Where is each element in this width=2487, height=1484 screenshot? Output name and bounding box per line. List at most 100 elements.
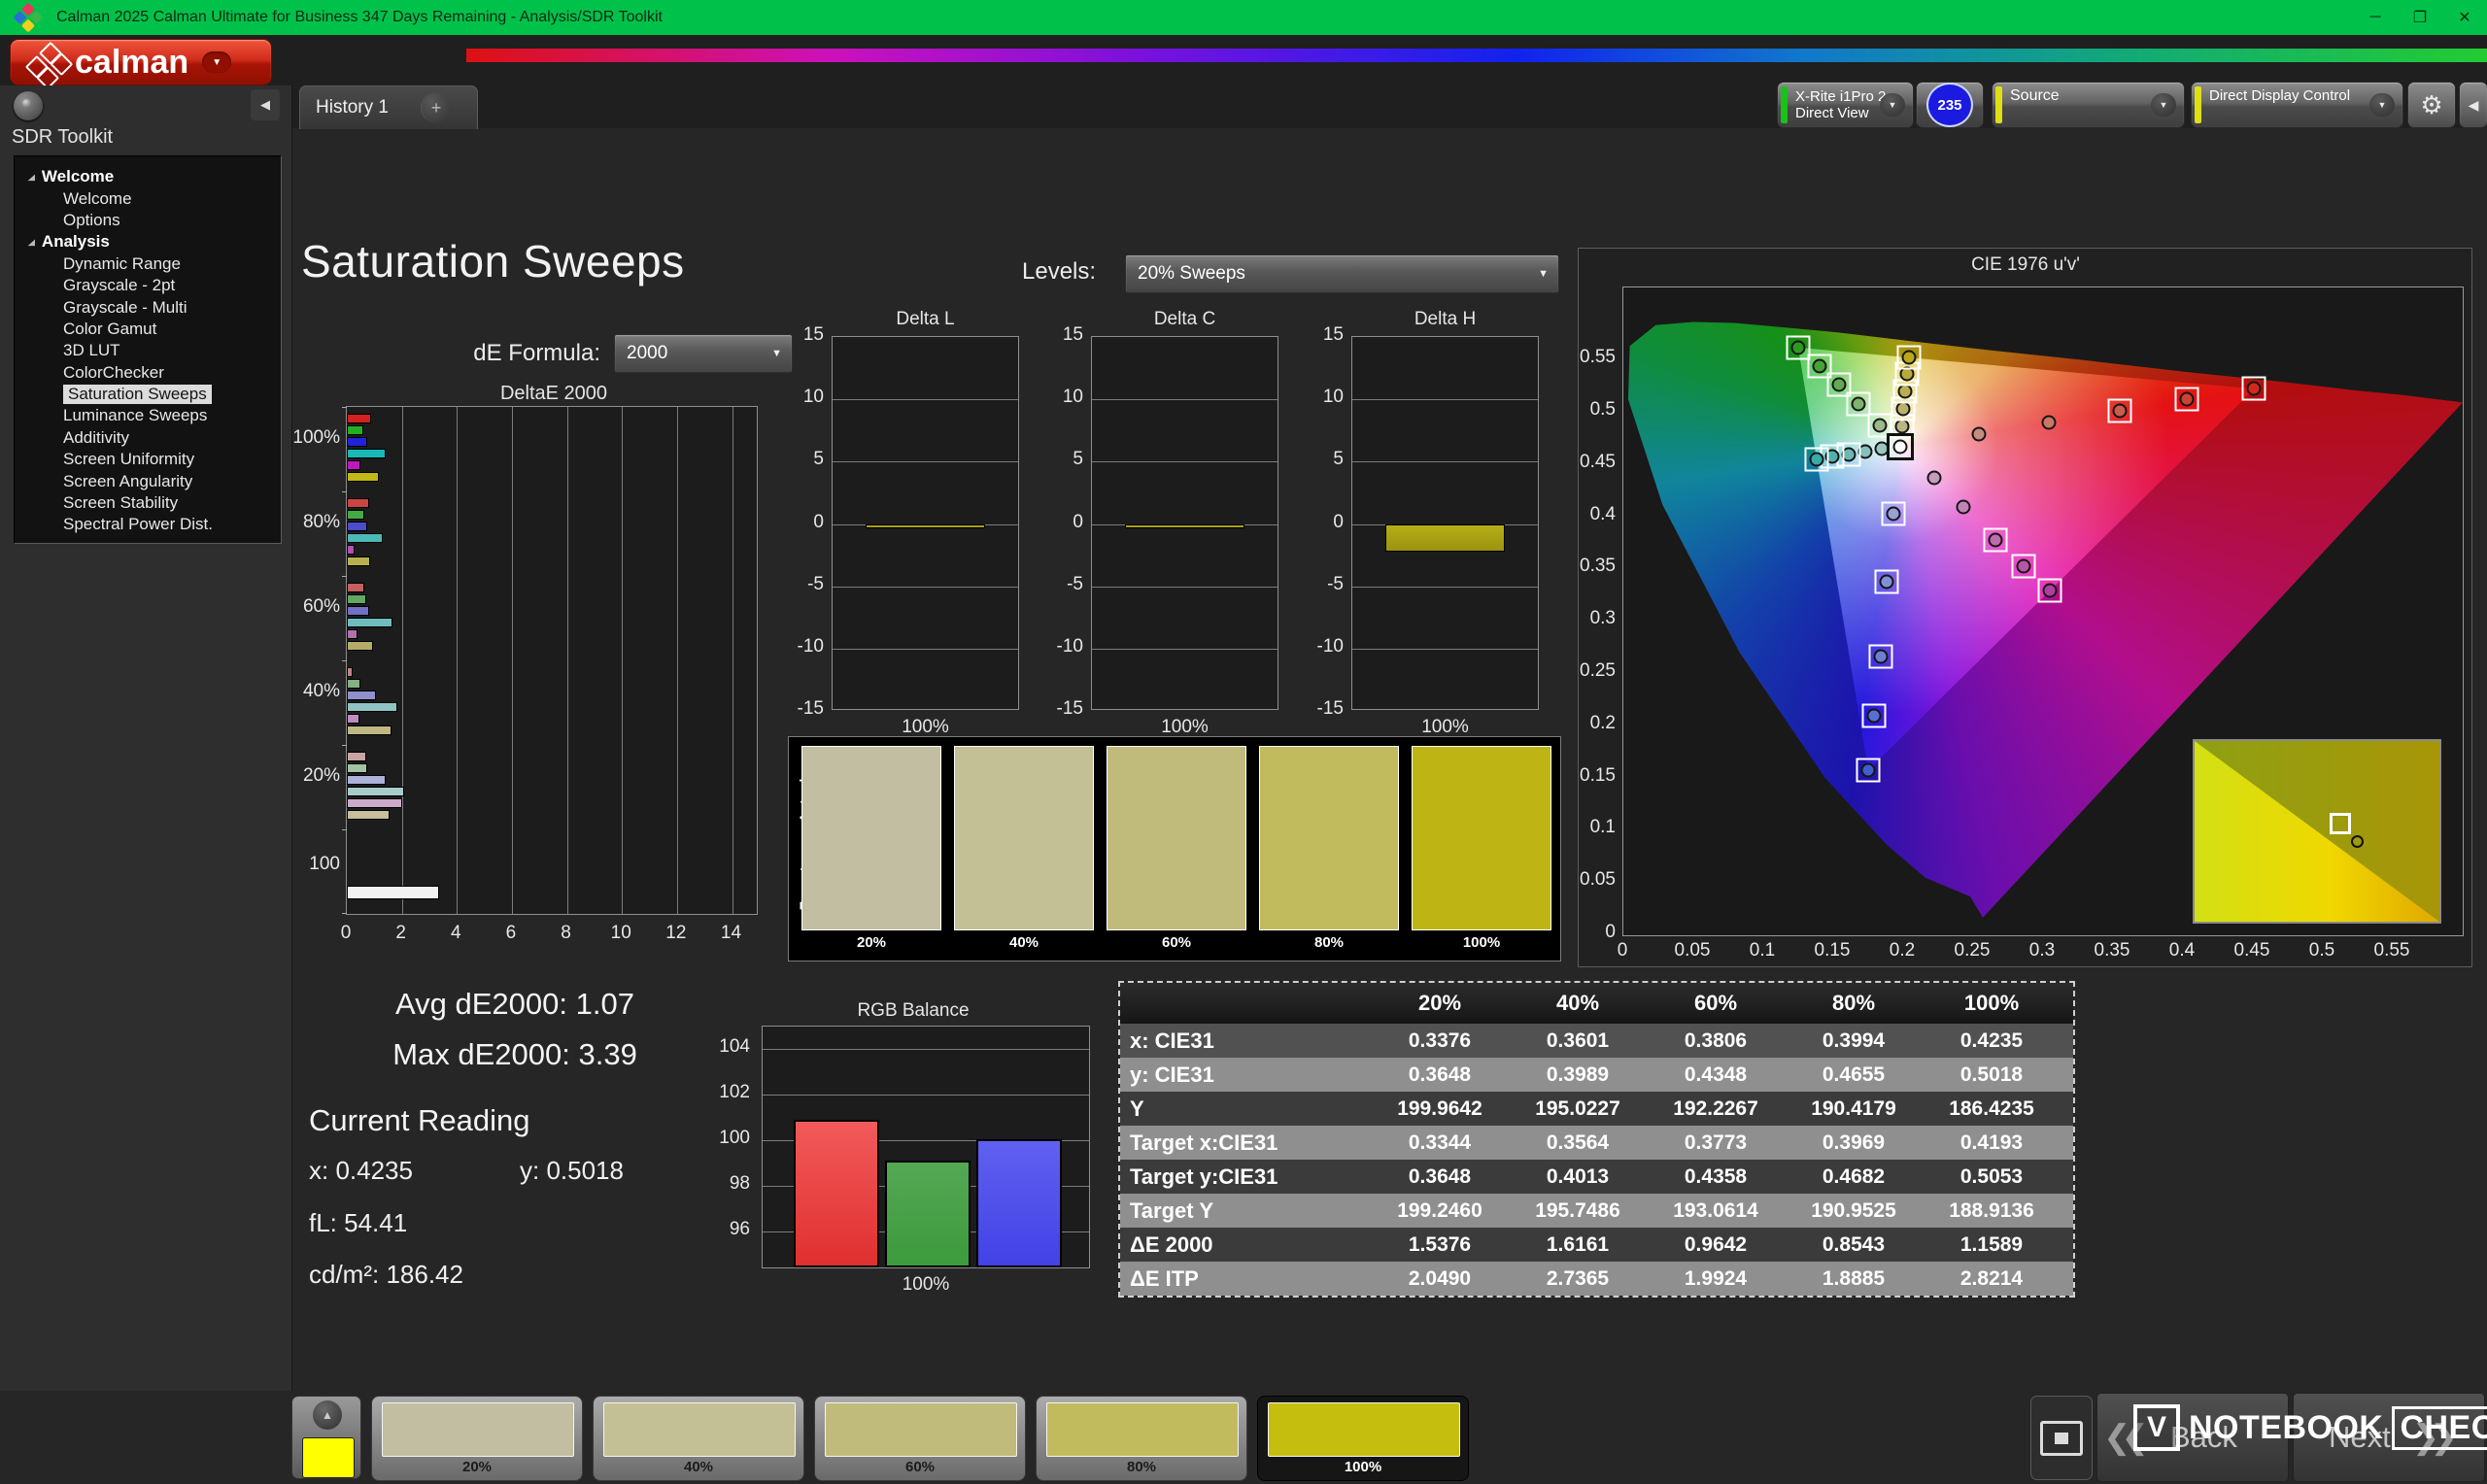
delta-bar xyxy=(1385,524,1504,552)
sidebar-item-analysis[interactable]: ◢Analysis xyxy=(15,231,281,253)
cie-y-axis: 00.050.10.150.20.250.30.350.40.450.50.55 xyxy=(1579,287,1619,936)
sidebar-item-label: Saturation Sweeps xyxy=(63,385,212,404)
sidebar-home-button[interactable] xyxy=(14,91,43,120)
gridline xyxy=(1352,649,1538,650)
table-row-e-2000[interactable]: ΔE 20001.53761.61610.96420.85431.1589 xyxy=(1120,1228,2073,1262)
levels-dropdown[interactable]: 20% Sweeps ▼ xyxy=(1125,254,1559,293)
measured-point-magenta xyxy=(1926,470,1941,485)
bar-yellow-20 xyxy=(347,810,390,820)
table-row-e-itp[interactable]: ΔE ITP2.04902.73651.99241.88852.8214 xyxy=(1120,1262,2073,1296)
gridline xyxy=(833,399,1018,400)
x-tick-label: 0.2 xyxy=(1873,940,1931,961)
y-tick-label: 5 xyxy=(777,449,824,470)
delta-h-title: Delta H xyxy=(1332,309,1558,330)
logo-menu-chevron-icon[interactable]: ▼ xyxy=(202,51,231,73)
current-reading-title: Current Reading xyxy=(309,1103,529,1138)
sidebar-item-dynamic-range[interactable]: Dynamic Range xyxy=(15,253,281,275)
gridline xyxy=(833,587,1018,588)
expander-icon[interactable]: ◢ xyxy=(28,237,35,247)
cell-value: 0.8543 xyxy=(1785,1233,1923,1257)
x-tick-label: 0.15 xyxy=(1803,940,1861,961)
y-tick-label: 0.35 xyxy=(1579,556,1616,577)
de-formula-dropdown[interactable]: 2000 ▼ xyxy=(614,334,793,373)
meter-dropdown-chevron-icon[interactable]: ▼ xyxy=(1880,93,1905,117)
add-tab-button[interactable]: + xyxy=(421,93,451,122)
sidebar-item-welcome[interactable]: ◢Welcome xyxy=(15,166,281,187)
measurement-table[interactable]: 20%40%60%80%100%x: CIE310.33760.36010.38… xyxy=(1120,983,2073,1296)
sidebar-item-screen-angularity[interactable]: Screen Angularity xyxy=(15,470,281,491)
close-icon[interactable]: ✕ xyxy=(2442,0,2487,35)
patch-card-40[interactable]: 40% xyxy=(593,1396,804,1481)
sidebar-item-luminance-sweeps[interactable]: Luminance Sweeps xyxy=(15,405,281,426)
cell-value: 0.3994 xyxy=(1785,1029,1923,1053)
x-tick-label: 2 xyxy=(372,923,430,944)
chevron-down-icon: ▼ xyxy=(1538,268,1549,280)
bar-green xyxy=(885,1161,971,1267)
patch-card-60[interactable]: 60% xyxy=(814,1396,1026,1481)
table-row-x-cie31[interactable]: x: CIE310.33760.36010.38060.39940.4235 xyxy=(1120,1024,2073,1058)
cell-value: 199.9642 xyxy=(1371,1097,1509,1121)
sidebar-item-grayscale-multi[interactable]: Grayscale - Multi xyxy=(15,296,281,318)
collapse-toolbar-button[interactable]: ◀ xyxy=(2459,82,2487,128)
sidebar-item-screen-stability[interactable]: Screen Stability xyxy=(15,492,281,514)
gridline xyxy=(1352,399,1538,400)
column-header-20: 20% xyxy=(1371,991,1509,1016)
sidebar-item-colorchecker[interactable]: ColorChecker xyxy=(15,362,281,384)
reading-fl: fL: 54.41 xyxy=(309,1208,407,1238)
cell-value: 0.4235 xyxy=(1923,1029,2061,1053)
calman-diamond-icon xyxy=(30,42,71,83)
gear-icon: ⚙ xyxy=(2420,90,2442,120)
expander-icon[interactable]: ◢ xyxy=(28,172,35,182)
y-tick-label: 15 xyxy=(1297,324,1344,346)
row-label: ΔE ITP xyxy=(1120,1266,1371,1292)
sidebar-item-saturation-sweeps[interactable]: Saturation Sweeps xyxy=(15,384,281,405)
measured-point-yellow xyxy=(1894,420,1909,434)
table-row-y-cie31[interactable]: y: CIE310.36480.39890.43480.46550.5018 xyxy=(1120,1058,2073,1092)
swatch-label: 20% xyxy=(801,934,941,951)
x-tick-label: 14 xyxy=(702,923,761,944)
patch-card-80[interactable]: 80% xyxy=(1036,1396,1247,1481)
chevron-up-icon[interactable]: ▲ xyxy=(313,1400,342,1430)
sidebar-item-color-gamut[interactable]: Color Gamut xyxy=(15,319,281,340)
settings-button[interactable]: ⚙ xyxy=(2407,82,2456,128)
display-window-button[interactable] xyxy=(2030,1396,2093,1480)
app-icon xyxy=(13,2,43,32)
bar-green-80 xyxy=(347,510,364,520)
display-control-dropdown-chevron-icon[interactable]: ▼ xyxy=(2369,93,2395,117)
reading-x: x: 0.4235 xyxy=(309,1156,413,1186)
measured-point-green xyxy=(1812,358,1826,373)
maximize-icon[interactable]: ❐ xyxy=(2398,0,2442,35)
patch-window-control[interactable]: ▲ xyxy=(291,1396,361,1479)
sidebar-item-spectral-power-dist[interactable]: Spectral Power Dist. xyxy=(15,514,281,535)
sidebar-item-screen-uniformity[interactable]: Screen Uniformity xyxy=(15,449,281,470)
source-dropdown-chevron-icon[interactable]: ▼ xyxy=(2151,93,2176,117)
table-row-target-y-cie31[interactable]: Target y:CIE310.36480.40130.43580.46820.… xyxy=(1120,1160,2073,1194)
minimize-icon[interactable]: ─ xyxy=(2353,0,2398,35)
calman-logo-button[interactable]: calman ▼ xyxy=(10,39,272,85)
y-tick-label: 98 xyxy=(707,1173,750,1195)
sidebar-item-options[interactable]: Options xyxy=(15,210,281,231)
meter-badge-button[interactable]: 235 xyxy=(1916,82,1984,128)
display-control-selector[interactable]: Direct Display Control ▼ xyxy=(2191,82,2403,128)
sidebar-item-label: Luminance Sweeps xyxy=(63,406,207,425)
patch-card-20[interactable]: 20% xyxy=(371,1396,583,1481)
sidebar-item-welcome[interactable]: Welcome xyxy=(15,187,281,209)
patch-card-100[interactable]: 100% xyxy=(1257,1396,1469,1481)
table-row-target-y[interactable]: Target Y199.2460195.7486193.0614190.9525… xyxy=(1120,1194,2073,1228)
levels-value: 20% Sweeps xyxy=(1138,263,1538,285)
y-tick-label: 0.25 xyxy=(1579,660,1616,682)
tab-history-1[interactable]: History 1 + xyxy=(299,85,478,129)
sidebar-item-grayscale-2pt[interactable]: Grayscale - 2pt xyxy=(15,275,281,296)
swatch-label: 80% xyxy=(1259,934,1399,951)
sidebar-item-3d-lut[interactable]: 3D LUT xyxy=(15,340,281,361)
y-tick-label: -10 xyxy=(1297,636,1344,658)
sidebar-collapse-button[interactable]: ◀ xyxy=(251,89,280,120)
meter-selector[interactable]: X-Rite i1Pro 2 Direct View ▼ xyxy=(1777,82,1914,128)
x-tick-label: 0.35 xyxy=(2083,940,2141,961)
swatch-20 xyxy=(801,746,941,930)
sidebar-item-additivity[interactable]: Additivity xyxy=(15,427,281,449)
source-selector[interactable]: Source ▼ xyxy=(1992,82,2185,128)
table-row-target-x-cie31[interactable]: Target x:CIE310.33440.35640.37730.39690.… xyxy=(1120,1126,2073,1160)
table-row-y[interactable]: Y199.9642195.0227192.2267190.4179186.423… xyxy=(1120,1092,2073,1126)
bar-magenta-40 xyxy=(347,714,359,724)
